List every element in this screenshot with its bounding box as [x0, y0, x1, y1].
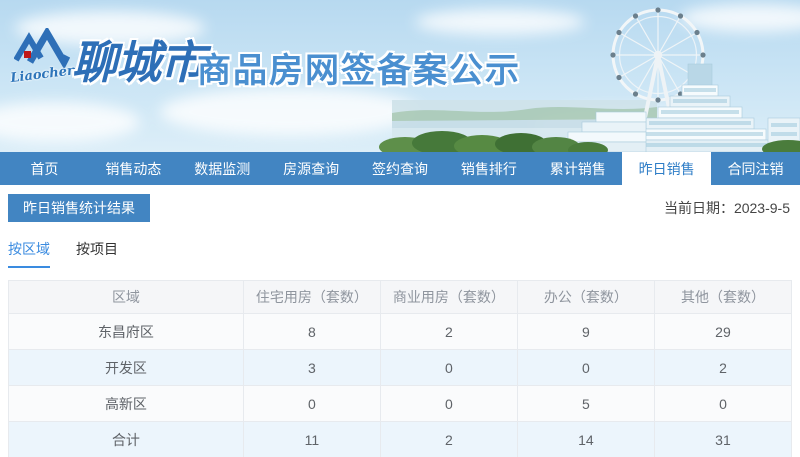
main-nav: 首页销售动态数据监测房源查询签约查询销售排行累计销售昨日销售合同注销 — [0, 152, 800, 185]
section-title-badge: 昨日销售统计结果 — [8, 194, 150, 222]
table-header-cell: 其他（套数） — [654, 281, 791, 314]
nav-item-2[interactable]: 销售动态 — [89, 152, 178, 185]
table-cell: 合计 — [9, 422, 244, 457]
nav-item-5[interactable]: 签约查询 — [356, 152, 445, 185]
table-cell: 2 — [380, 422, 517, 457]
view-tab-by-region[interactable]: 按区域 — [8, 239, 50, 268]
nav-item-6[interactable]: 销售排行 — [444, 152, 533, 185]
nav-item-3[interactable]: 数据监测 — [178, 152, 267, 185]
view-tab-by-project[interactable]: 按项目 — [76, 239, 118, 268]
page-head: 昨日销售统计结果 当前日期：2023-9-5 — [8, 194, 792, 222]
table-cell: 0 — [654, 386, 791, 422]
nav-item-4[interactable]: 房源查询 — [267, 152, 356, 185]
table-row: 东昌府区82929 — [9, 314, 792, 350]
site-subtitle: 商品房网签备案公示 — [197, 43, 521, 92]
table-cell: 0 — [243, 386, 380, 422]
table-header-cell: 商业用房（套数） — [380, 281, 517, 314]
table-row: 合计1121431 — [9, 422, 792, 457]
table-cell: 8 — [243, 314, 380, 350]
table-cell: 29 — [654, 314, 791, 350]
nav-item-8[interactable]: 昨日销售 — [622, 152, 711, 185]
table-row: 开发区3002 — [9, 350, 792, 386]
table-cell: 2 — [380, 314, 517, 350]
table-cell: 5 — [517, 386, 654, 422]
table-cell: 9 — [517, 314, 654, 350]
table-header-cell: 区域 — [9, 281, 244, 314]
nav-item-7[interactable]: 累计销售 — [533, 152, 622, 185]
view-tabs: 按区域按项目 — [8, 239, 792, 268]
table-cell: 14 — [517, 422, 654, 457]
current-date: 当前日期：2023-9-5 — [664, 198, 792, 218]
table-cell: 开发区 — [9, 350, 244, 386]
nav-item-9[interactable]: 合同注销 — [711, 152, 800, 185]
table-cell: 2 — [654, 350, 791, 386]
liaocheng-logo-icon — [14, 28, 70, 68]
table-header-cell: 住宅用房（套数） — [243, 281, 380, 314]
site-banner: Liaocheng 聊城市 商品房网签备案公示 — [0, 0, 800, 152]
table-cell: 11 — [243, 422, 380, 457]
main-content: 昨日销售统计结果 当前日期：2023-9-5 按区域按项目 区域住宅用房（套数）… — [0, 194, 800, 457]
table-cell: 31 — [654, 422, 791, 457]
table-cell: 东昌府区 — [9, 314, 244, 350]
table-cell: 0 — [517, 350, 654, 386]
table-body: 东昌府区82929开发区3002高新区0050合计1121431 — [9, 314, 792, 457]
table-header-row: 区域住宅用房（套数）商业用房（套数）办公（套数）其他（套数） — [9, 281, 792, 314]
table-cell: 3 — [243, 350, 380, 386]
table-cell: 高新区 — [9, 386, 244, 422]
site-name: 聊城市 — [72, 26, 204, 91]
table-cell: 0 — [380, 386, 517, 422]
table-cell: 0 — [380, 350, 517, 386]
nav-item-1[interactable]: 首页 — [0, 152, 89, 185]
sales-table: 区域住宅用房（套数）商业用房（套数）办公（套数）其他（套数） 东昌府区82929… — [8, 280, 792, 457]
table-header-cell: 办公（套数） — [517, 281, 654, 314]
table-row: 高新区0050 — [9, 386, 792, 422]
